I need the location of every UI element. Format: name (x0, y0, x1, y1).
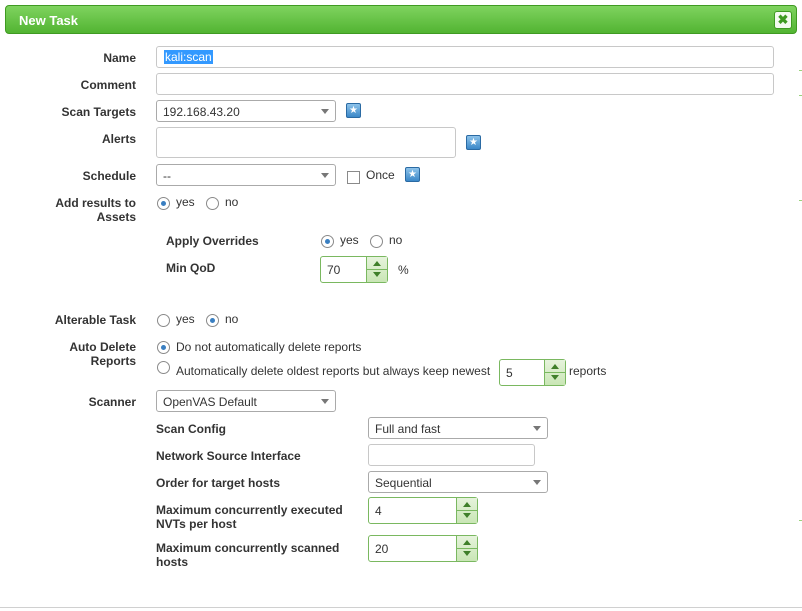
add-results-label-line1: Add results to (55, 196, 136, 210)
max-hosts-label-line1: Maximum concurrently scanned (156, 541, 340, 555)
alterable-task-label: Alterable Task (54, 313, 136, 327)
apply-overrides-no-label: no (389, 233, 403, 247)
auto-delete-no-label: Do not automatically delete reports (176, 340, 362, 354)
scanner-label: Scanner (88, 395, 136, 409)
alterable-yes-radio[interactable] (157, 314, 170, 327)
auto-delete-yes-label: Automatically delete oldest reports but … (176, 364, 491, 378)
chevron-down-icon (321, 173, 329, 178)
auto-delete-keep-unit: reports (569, 364, 607, 378)
alerts-multiselect[interactable] (156, 127, 456, 158)
max-hosts-value: 20 (375, 542, 389, 556)
chevron-down-icon (321, 399, 329, 404)
add-results-yes-radio[interactable] (157, 197, 170, 210)
apply-overrides-no-radio[interactable] (370, 235, 383, 248)
once-label: Once (366, 168, 395, 182)
max-nvts-spinner[interactable]: 4 (368, 497, 478, 524)
alterable-no-radio[interactable] (206, 314, 219, 327)
scanner-value: OpenVAS Default (163, 395, 257, 409)
schedule-value: -- (163, 169, 171, 183)
schedule-label: Schedule (82, 169, 136, 183)
star-icon[interactable]: ★ (405, 167, 420, 182)
spinner-divider (457, 510, 477, 511)
spinner-divider (457, 548, 477, 549)
spinner-buttons[interactable] (456, 536, 477, 561)
star-icon[interactable]: ★ (346, 103, 361, 118)
chevron-down-icon (321, 109, 329, 114)
comment-input[interactable] (156, 73, 774, 95)
auto-delete-label-line1: Auto Delete (69, 340, 136, 354)
alterable-yes-label: yes (176, 312, 195, 326)
alterable-no-label: no (225, 312, 239, 326)
chevron-down-icon[interactable] (463, 513, 471, 518)
spinner-buttons[interactable] (366, 257, 387, 282)
add-results-no-label: no (225, 195, 239, 209)
auto-delete-yes-radio[interactable] (157, 361, 170, 374)
chevron-down-icon[interactable] (373, 272, 381, 277)
spinner-divider (545, 372, 565, 373)
name-label: Name (103, 51, 136, 65)
chevron-down-icon[interactable] (551, 375, 559, 380)
spinner-buttons[interactable] (456, 498, 477, 523)
min-qod-spinner[interactable]: 70 (320, 256, 388, 283)
max-hosts-spinner[interactable]: 20 (368, 535, 478, 562)
network-source-interface-label: Network Source Interface (156, 449, 301, 463)
scan-config-label: Scan Config (156, 422, 227, 436)
add-results-no-radio[interactable] (206, 197, 219, 210)
auto-delete-keep-value: 5 (506, 366, 513, 380)
dialog-titlebar[interactable]: New Task ✖ (5, 5, 797, 34)
apply-overrides-yes-radio[interactable] (321, 235, 334, 248)
min-qod-label: Min QoD (166, 261, 216, 275)
auto-delete-keep-spinner[interactable]: 5 (499, 359, 566, 386)
auto-delete-label-line2: Reports (90, 354, 136, 368)
order-target-hosts-select[interactable]: Sequential (368, 471, 548, 493)
spinner-buttons[interactable] (544, 360, 565, 385)
star-icon[interactable]: ★ (466, 135, 481, 150)
chevron-down-icon[interactable] (463, 551, 471, 556)
chevron-up-icon[interactable] (551, 364, 559, 369)
close-button[interactable]: ✖ (774, 11, 792, 29)
scanner-select[interactable]: OpenVAS Default (156, 390, 336, 412)
max-nvts-value: 4 (375, 504, 382, 518)
max-nvts-label-line1: Maximum concurrently executed (156, 503, 343, 517)
scan-config-select[interactable]: Full and fast (368, 417, 548, 439)
chevron-up-icon[interactable] (463, 540, 471, 545)
add-results-label-line2: Assets (96, 210, 136, 224)
close-icon: ✖ (777, 12, 789, 27)
dialog-title: New Task (19, 13, 79, 28)
network-source-interface-input[interactable] (368, 444, 535, 466)
order-target-hosts-value: Sequential (375, 476, 432, 490)
min-qod-value: 70 (327, 263, 341, 277)
min-qod-unit: % (398, 263, 409, 277)
apply-overrides-label: Apply Overrides (166, 234, 259, 248)
scan-targets-label: Scan Targets (61, 105, 136, 119)
chevron-up-icon[interactable] (373, 261, 381, 266)
comment-label: Comment (80, 78, 136, 92)
name-value: kali:scan (164, 50, 213, 64)
scan-config-value: Full and fast (375, 422, 441, 436)
dialog-footer-divider (0, 607, 802, 608)
scan-targets-select[interactable]: 192.168.43.20 (156, 100, 336, 122)
name-input[interactable]: kali:scan (156, 46, 774, 68)
spinner-divider (367, 269, 387, 270)
max-hosts-label-line2: hosts (156, 555, 189, 569)
alerts-label: Alerts (101, 132, 136, 146)
chevron-up-icon[interactable] (463, 502, 471, 507)
add-results-yes-label: yes (176, 195, 195, 209)
new-task-dialog: New Task ✖ Name kali:scan Comment Scan T… (0, 0, 802, 611)
order-target-hosts-label: Order for target hosts (156, 476, 281, 490)
chevron-down-icon (533, 426, 541, 431)
apply-overrides-yes-label: yes (340, 233, 359, 247)
scan-targets-value: 192.168.43.20 (163, 105, 240, 119)
chevron-down-icon (533, 480, 541, 485)
max-nvts-label-line2: NVTs per host (156, 517, 237, 531)
once-checkbox[interactable] (347, 171, 360, 184)
auto-delete-no-radio[interactable] (157, 341, 170, 354)
schedule-select[interactable]: -- (156, 164, 336, 186)
